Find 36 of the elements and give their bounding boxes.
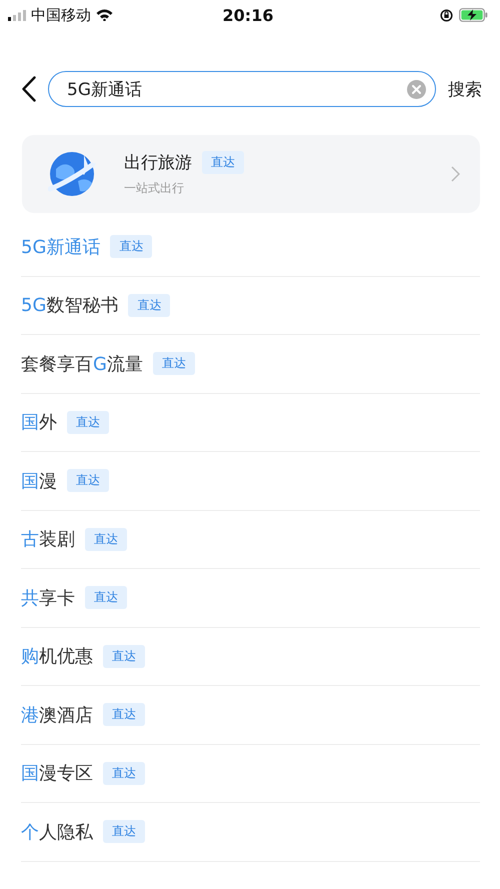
direct-badge: 直达 bbox=[85, 528, 127, 551]
suggestion-item[interactable]: 购机优惠 bbox=[21, 644, 93, 668]
direct-badge: 直达 bbox=[202, 151, 244, 174]
direct-badge: 直达 bbox=[103, 703, 145, 726]
suggestion-item[interactable]: 国外 bbox=[21, 410, 57, 434]
suggestion-item[interactable]: 共享卡 bbox=[21, 586, 75, 610]
carrier-name: 中国移动 bbox=[31, 6, 91, 24]
travel-card[interactable]: 出行旅游 直达 一站式出行 bbox=[22, 135, 480, 213]
back-icon[interactable] bbox=[22, 76, 36, 102]
direct-badge: 直达 bbox=[152, 352, 195, 376]
direct-badge: 直达 bbox=[103, 644, 145, 668]
rotation-lock-icon bbox=[440, 8, 453, 22]
card-title: 出行旅游 bbox=[124, 152, 192, 174]
search-field[interactable]: 5G新通话 bbox=[48, 71, 436, 107]
suggestion-item[interactable]: 个人隐私 bbox=[21, 820, 93, 844]
suggestion-item[interactable]: 套餐享百G流量 bbox=[21, 352, 143, 376]
signal-icon bbox=[8, 10, 26, 20]
direct-badge: 直达 bbox=[110, 235, 152, 258]
suggestion-item[interactable]: 国漫 bbox=[21, 468, 57, 493]
direct-badge: 直达 bbox=[67, 410, 109, 434]
status-time: 20:16 bbox=[222, 6, 274, 24]
chevron-right-icon bbox=[451, 166, 460, 182]
suggestion-item[interactable]: 5G数智秘书 bbox=[21, 293, 118, 318]
battery-charging-icon bbox=[459, 8, 488, 22]
wifi-icon bbox=[96, 9, 113, 21]
direct-badge: 直达 bbox=[67, 469, 109, 492]
suggestion-item[interactable]: 国漫专区 bbox=[21, 761, 93, 786]
direct-badge: 直达 bbox=[103, 820, 145, 844]
suggestion-item[interactable]: 港澳酒店 bbox=[21, 702, 93, 727]
card-subtitle: 一站式出行 bbox=[124, 180, 185, 197]
globe-airplane-icon bbox=[48, 151, 98, 197]
direct-badge: 直达 bbox=[103, 762, 145, 785]
direct-badge: 直达 bbox=[128, 294, 170, 317]
suggestion-item[interactable]: 古装剧 bbox=[21, 527, 75, 552]
direct-badge: 直达 bbox=[85, 586, 127, 610]
search-button[interactable]: 搜索 bbox=[448, 78, 482, 100]
